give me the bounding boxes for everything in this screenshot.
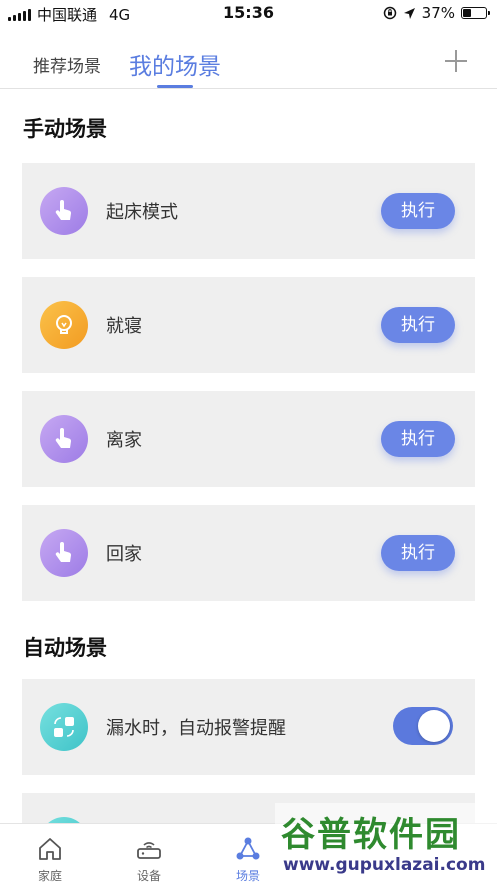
nav-home[interactable]: 家庭: [10, 824, 90, 883]
scene-tabs: 推荐场景 我的场景: [0, 28, 497, 89]
execute-button[interactable]: 执行: [381, 307, 455, 343]
auto-scene-card-leak-alarm[interactable]: 漏水时，自动报警提醒: [22, 679, 475, 775]
watermark: 谷普软件园 www.gupuxlazai.com: [275, 803, 497, 883]
location-arrow-icon: [403, 7, 415, 19]
hand-tap-icon: [40, 187, 88, 235]
scene-label: 漏水时，自动报警提醒: [106, 718, 286, 739]
scene-card-return-home[interactable]: 回家 执行: [22, 505, 475, 601]
signal-icon: [8, 8, 31, 21]
manual-scenes-title: 手动场景: [23, 117, 107, 141]
active-tab-indicator: [157, 85, 193, 88]
scene-label: 就寝: [106, 316, 142, 337]
carrier-name: 中国联通: [37, 6, 98, 24]
execute-button[interactable]: 执行: [381, 535, 455, 571]
add-scene-icon[interactable]: [445, 50, 467, 72]
hand-tap-icon: [40, 415, 88, 463]
automation-swap-icon: [40, 703, 88, 751]
execute-button[interactable]: 执行: [381, 193, 455, 229]
router-icon: [137, 842, 161, 859]
toggle-knob: [418, 710, 450, 742]
scene-label: 起床模式: [106, 202, 178, 223]
nav-label: 家庭: [37, 869, 62, 883]
rotation-lock-icon: [383, 6, 396, 20]
scene-nodes-icon: [236, 837, 260, 860]
execute-button[interactable]: 执行: [381, 421, 455, 457]
scene-label: 离家: [106, 430, 142, 451]
tab-my-scenes[interactable]: 我的场景: [129, 47, 221, 81]
battery-percent: 37%: [421, 4, 455, 22]
watermark-brand: 谷普软件园: [281, 815, 461, 855]
watermark-url: www.gupuxlazai.com: [283, 855, 486, 875]
nav-label: 设备: [136, 869, 161, 883]
status-bar: 中国联通 4G 15:36 37%: [0, 0, 497, 28]
scene-enable-toggle[interactable]: [393, 707, 453, 745]
tab-recommended-scenes[interactable]: 推荐场景: [33, 52, 101, 77]
home-icon: [39, 838, 61, 860]
lightbulb-icon: [40, 301, 88, 349]
auto-scenes-title: 自动场景: [23, 636, 107, 660]
scene-card-wakeup[interactable]: 起床模式 执行: [22, 163, 475, 259]
network-type: 4G: [109, 5, 131, 24]
nav-devices[interactable]: 设备: [109, 824, 189, 883]
hand-tap-icon: [40, 529, 88, 577]
scene-label: 回家: [106, 544, 142, 565]
scene-card-sleep[interactable]: 就寝 执行: [22, 277, 475, 373]
battery-icon: [461, 7, 490, 19]
scene-card-leave-home[interactable]: 离家 执行: [22, 391, 475, 487]
